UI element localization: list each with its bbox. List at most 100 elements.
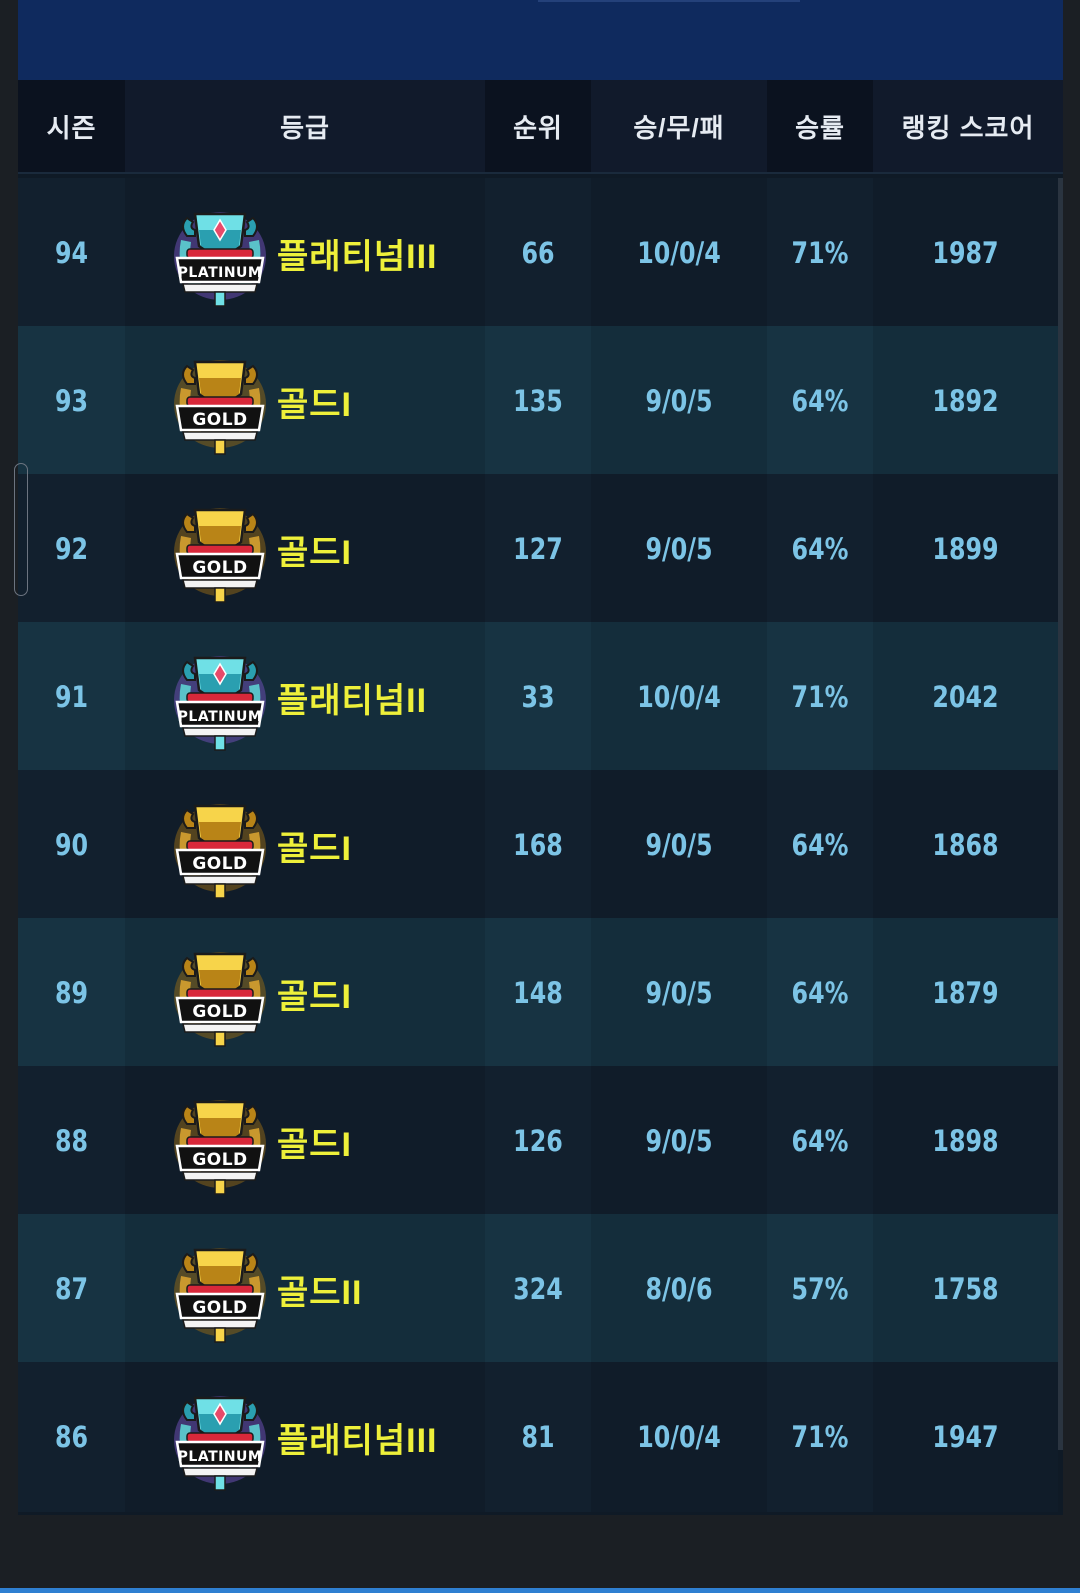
season-cell: 92 — [54, 532, 89, 566]
svg-text:PLATINUM: PLATINUM — [178, 265, 263, 281]
table-row: 91 PLATINUM 플래티넘II 33 10/0/4 71% 2042 — [18, 622, 1058, 772]
grade-cell: GOLD 골드I — [125, 1066, 485, 1216]
rank-cell: 148 — [513, 976, 563, 1010]
wdl-cell: 9/0/5 — [645, 384, 713, 418]
banner-strip — [538, 0, 800, 2]
grade-label: 골드II — [277, 1273, 363, 1312]
rank-cell: 66 — [521, 236, 555, 270]
score-cell: 1879 — [932, 976, 999, 1010]
score-cell: 1899 — [932, 532, 999, 566]
table-row: 93 GOLD 골드I 135 9/0/5 64% 1892 — [18, 326, 1058, 476]
grade-label: 플래티넘III — [277, 237, 438, 276]
wdl-cell: 9/0/5 — [645, 828, 713, 862]
header-winrate: 승률 — [795, 112, 845, 143]
header-season: 시즌 — [46, 112, 97, 143]
svg-text:GOLD: GOLD — [192, 854, 247, 874]
grade-label: 골드I — [277, 533, 353, 572]
gold-tier-badge-icon: GOLD — [165, 496, 275, 606]
gold-tier-badge-icon: GOLD — [165, 1088, 275, 1198]
winrate-cell: 64% — [791, 532, 849, 566]
season-cell: 91 — [54, 680, 89, 714]
wdl-cell: 9/0/5 — [645, 532, 713, 566]
score-cell: 1758 — [932, 1272, 999, 1306]
winrate-cell: 57% — [791, 1272, 849, 1306]
wdl-cell: 9/0/5 — [645, 976, 713, 1010]
rank-cell: 168 — [513, 828, 563, 862]
header-wdl: 승/무/패 — [591, 80, 767, 172]
table-row: 90 GOLD 골드I 168 9/0/5 64% 1868 — [18, 770, 1058, 920]
bottom-accent-line — [0, 1588, 1080, 1593]
score-cell: 2042 — [932, 680, 999, 714]
table-row: 87 GOLD 골드II 324 8/0/6 57% 1758 — [18, 1214, 1058, 1364]
season-cell: 94 — [54, 236, 89, 270]
season-cell: 90 — [54, 828, 89, 862]
grade-cell: GOLD 골드I — [125, 474, 485, 624]
rank-cell: 127 — [513, 532, 563, 566]
rank-cell: 33 — [521, 680, 555, 714]
season-cell: 86 — [54, 1420, 89, 1454]
gold-tier-badge-icon: GOLD — [165, 940, 275, 1050]
score-cell: 1892 — [932, 384, 999, 418]
winrate-cell: 64% — [791, 828, 849, 862]
winrate-cell: 71% — [791, 1420, 849, 1454]
wdl-cell: 10/0/4 — [637, 680, 721, 714]
svg-text:PLATINUM: PLATINUM — [178, 709, 263, 725]
table-row: 89 GOLD 골드I 148 9/0/5 64% 1879 — [18, 918, 1058, 1068]
score-cell: 1987 — [932, 236, 999, 270]
svg-text:GOLD: GOLD — [192, 1150, 247, 1170]
platinum-tier-badge-icon: PLATINUM — [165, 644, 275, 754]
wdl-cell: 10/0/4 — [637, 236, 721, 270]
winrate-cell: 71% — [791, 680, 849, 714]
grade-cell: PLATINUM 플래티넘III — [125, 1362, 485, 1512]
winrate-cell: 64% — [791, 1124, 849, 1158]
svg-text:GOLD: GOLD — [192, 1002, 247, 1022]
header-score: 랭킹 스코어 — [873, 80, 1063, 172]
platinum-tier-badge-icon: PLATINUM — [165, 200, 275, 310]
score-cell: 1898 — [932, 1124, 999, 1158]
gold-tier-badge-icon: GOLD — [165, 348, 275, 458]
table-row: 94 PLATINUM 플래티넘III 66 10/0/4 71% 1987 — [18, 178, 1058, 328]
grade-label: 골드I — [277, 1125, 353, 1164]
svg-text:GOLD: GOLD — [192, 1298, 247, 1318]
winrate-cell: 71% — [791, 236, 849, 270]
table-row: 92 GOLD 골드I 127 9/0/5 64% 1899 — [18, 474, 1058, 624]
season-cell: 87 — [54, 1272, 89, 1306]
rank-cell: 126 — [513, 1124, 563, 1158]
wdl-cell: 8/0/6 — [645, 1272, 713, 1306]
season-cell: 93 — [54, 384, 89, 418]
grade-label: 플래티넘III — [277, 1421, 438, 1460]
winrate-cell: 64% — [791, 976, 849, 1010]
rank-cell: 135 — [513, 384, 563, 418]
svg-text:GOLD: GOLD — [192, 558, 247, 578]
wdl-cell: 9/0/5 — [645, 1124, 713, 1158]
winrate-cell: 64% — [791, 384, 849, 418]
svg-text:PLATINUM: PLATINUM — [178, 1449, 263, 1465]
grade-cell: GOLD 골드I — [125, 770, 485, 920]
page-scroll-thumb[interactable] — [14, 463, 28, 596]
grade-label: 골드I — [277, 385, 353, 424]
grade-cell: PLATINUM 플래티넘III — [125, 178, 485, 328]
grade-cell: PLATINUM 플래티넘II — [125, 622, 485, 772]
gold-tier-badge-icon: GOLD — [165, 792, 275, 902]
season-history-table: 시즌 등급 순위 승/무/패 승률 랭킹 스코어 94 PLATINUM 플래티… — [18, 80, 1063, 1515]
rank-cell: 324 — [513, 1272, 563, 1306]
header-rank: 순위 — [513, 112, 563, 143]
grade-label: 플래티넘II — [277, 681, 428, 720]
platinum-tier-badge-icon: PLATINUM — [165, 1384, 275, 1494]
header-grade: 등급 — [125, 80, 485, 172]
table-row: 86 PLATINUM 플래티넘III 81 10/0/4 71% 1947 — [18, 1362, 1058, 1512]
grade-cell: GOLD 골드I — [125, 918, 485, 1068]
svg-text:GOLD: GOLD — [192, 410, 247, 430]
grade-cell: GOLD 골드I — [125, 326, 485, 476]
top-banner — [18, 0, 1063, 80]
grade-label: 골드I — [277, 977, 353, 1016]
table-scrollbar[interactable] — [1058, 178, 1063, 1450]
wdl-cell: 10/0/4 — [637, 1420, 721, 1454]
gold-tier-badge-icon: GOLD — [165, 1236, 275, 1346]
score-cell: 1868 — [932, 828, 999, 862]
season-cell: 89 — [54, 976, 89, 1010]
grade-cell: GOLD 골드II — [125, 1214, 485, 1364]
rank-cell: 81 — [521, 1420, 555, 1454]
season-cell: 88 — [54, 1124, 89, 1158]
table-header: 시즌 등급 순위 승/무/패 승률 랭킹 스코어 — [18, 80, 1063, 174]
